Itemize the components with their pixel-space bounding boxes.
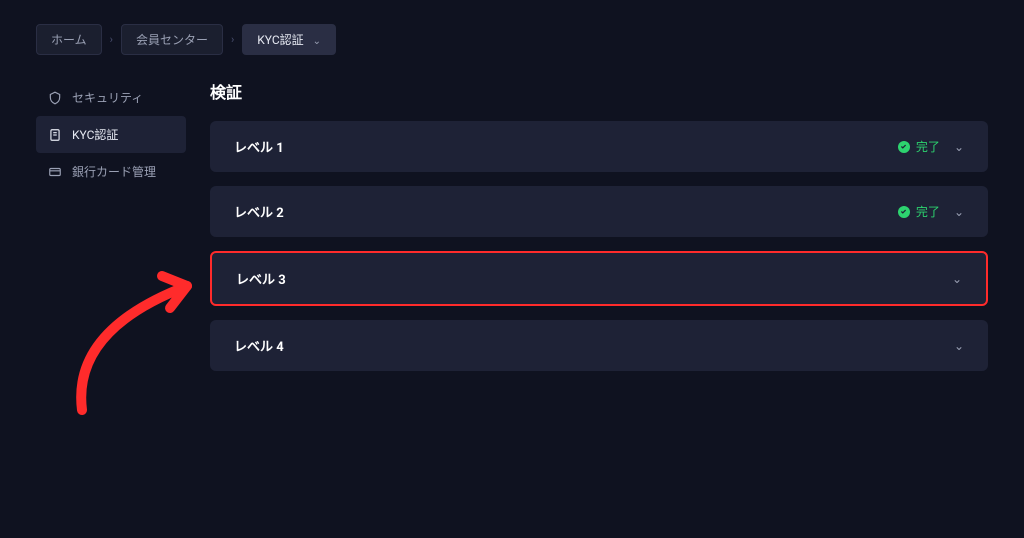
breadcrumb-separator: › xyxy=(110,33,113,46)
level-status: ⌄ xyxy=(944,272,962,286)
page-title: 検証 xyxy=(210,79,988,103)
sidebar: セキュリティ KYC認証 銀行カード管理 xyxy=(36,79,186,385)
level-row-4[interactable]: レベル 4 ⌄ xyxy=(210,320,988,371)
breadcrumb-separator: › xyxy=(231,33,234,46)
sidebar-item-label: KYC認証 xyxy=(72,126,118,143)
chevron-down-icon: ⌄ xyxy=(313,36,321,47)
card-icon xyxy=(48,165,62,179)
chevron-down-icon: ⌄ xyxy=(954,339,964,353)
shield-icon xyxy=(48,91,62,105)
sidebar-item-kyc[interactable]: KYC認証 xyxy=(36,116,186,153)
check-circle-icon xyxy=(898,141,910,153)
chevron-down-icon: ⌄ xyxy=(954,205,964,219)
breadcrumb-label: KYC認証 xyxy=(257,33,303,47)
level-status: ⌄ xyxy=(946,339,964,353)
chevron-down-icon: ⌄ xyxy=(952,272,962,286)
breadcrumb-label: ホーム xyxy=(51,33,87,47)
level-row-1[interactable]: レベル 1 完了 ⌄ xyxy=(210,121,988,172)
main-container: セキュリティ KYC認証 銀行カード管理 検証 レベル 1 xyxy=(0,55,1024,385)
breadcrumb-home[interactable]: ホーム xyxy=(36,24,102,55)
sidebar-item-label: セキュリティ xyxy=(72,89,143,106)
level-status: 完了 ⌄ xyxy=(898,203,964,220)
level-label: レベル 2 xyxy=(234,202,284,221)
level-label: レベル 4 xyxy=(234,336,284,355)
breadcrumb-kyc[interactable]: KYC認証 ⌄ xyxy=(242,24,336,55)
level-row-3[interactable]: レベル 3 ⌄ xyxy=(210,251,988,306)
breadcrumb-member-center[interactable]: 会員センター xyxy=(121,24,223,55)
breadcrumb: ホーム › 会員センター › KYC認証 ⌄ xyxy=(0,0,1024,55)
chevron-down-icon: ⌄ xyxy=(954,140,964,154)
level-row-2[interactable]: レベル 2 完了 ⌄ xyxy=(210,186,988,237)
sidebar-item-bank-card[interactable]: 銀行カード管理 xyxy=(36,153,186,190)
level-label: レベル 3 xyxy=(236,269,286,288)
breadcrumb-label: 会員センター xyxy=(136,33,208,47)
sidebar-item-label: 銀行カード管理 xyxy=(72,163,156,180)
status-text: 完了 xyxy=(916,138,940,155)
document-icon xyxy=(48,128,62,142)
status-text: 完了 xyxy=(916,203,940,220)
content-area: 検証 レベル 1 完了 ⌄ レベル 2 完了 ⌄ レベル 3 xyxy=(210,79,988,385)
sidebar-item-security[interactable]: セキュリティ xyxy=(36,79,186,116)
level-status: 完了 ⌄ xyxy=(898,138,964,155)
level-label: レベル 1 xyxy=(234,137,284,156)
check-circle-icon xyxy=(898,206,910,218)
